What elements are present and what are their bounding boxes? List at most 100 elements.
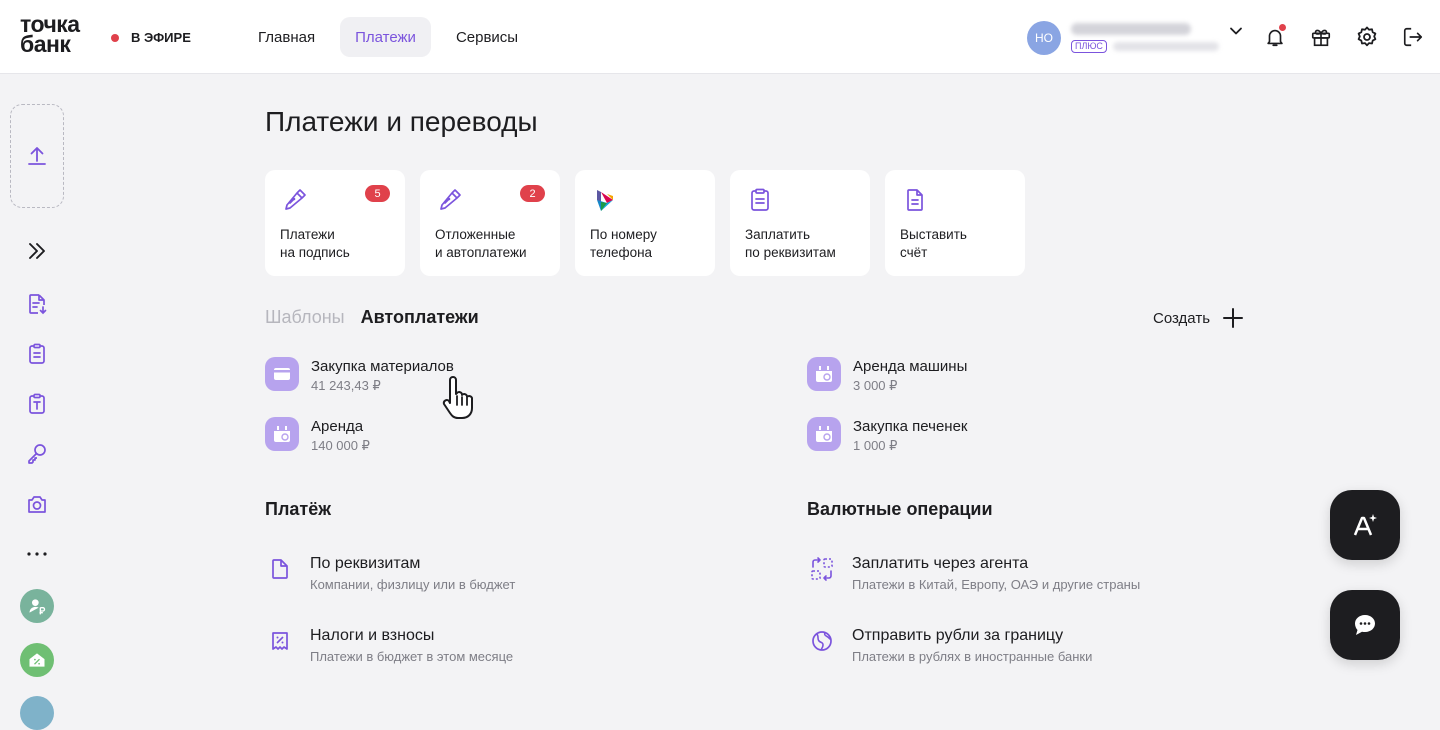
templates-tabs: Шаблоны Автоплатежи (265, 307, 479, 328)
gift-icon[interactable] (1308, 24, 1334, 50)
autopayment-item[interactable]: Закупка печенек 1 000 ₽ (807, 417, 967, 455)
create-button[interactable]: Создать (1153, 307, 1244, 329)
count-badge: 2 (520, 185, 545, 202)
key-icon[interactable] (22, 439, 52, 469)
create-label: Создать (1153, 309, 1211, 327)
avatar: НО (1027, 21, 1061, 55)
bell-icon[interactable] (1262, 24, 1288, 50)
house-percent-avatar[interactable] (20, 643, 54, 677)
autopayment-name: Аренда машины (853, 358, 968, 375)
user-switcher[interactable]: НО ПЛЮС (1027, 21, 1243, 55)
card-label: Заплатить по реквизитам (745, 227, 836, 260)
live-dot-icon (111, 33, 119, 42)
autopayment-item[interactable]: Аренда 140 000 ₽ (265, 417, 370, 455)
service-item-taxes[interactable]: Налоги и взносы Платежи в бюджет в этом … (266, 625, 513, 667)
document-icon (907, 189, 923, 211)
service-desc: Компании, физлицу или в бюджет (310, 577, 516, 592)
card-pay-by-details[interactable]: Заплатить по реквизитам (730, 170, 870, 276)
service-desc: Платежи в бюджет в этом месяце (310, 649, 514, 664)
document-import-icon[interactable] (22, 289, 52, 319)
page-title: Платежи и переводы (265, 106, 538, 137)
service-name: Заплатить через агента (852, 555, 1029, 572)
autopayment-item[interactable]: Аренда машины 3 000 ₽ (807, 357, 967, 395)
document-icon (266, 555, 294, 583)
autopayment-amount: 41 243,43 ₽ (311, 378, 381, 393)
pen-icon (285, 189, 306, 210)
card-label: Отложенные и автоплатежи (435, 227, 527, 260)
currency-exchange-icon (808, 555, 836, 583)
company-name-blurred (1071, 23, 1191, 35)
camera-icon[interactable] (22, 489, 52, 519)
tax-percent-icon (266, 627, 294, 655)
clipboard-icon (751, 188, 769, 211)
autopayment-name: Закупка печенек (853, 418, 968, 435)
expand-sidebar-icon[interactable] (22, 236, 52, 266)
calendar-tile-icon (807, 417, 841, 451)
card-issue-invoice[interactable]: Выставить счёт (885, 170, 1025, 276)
service-desc: Платежи в рублях в иностранные банки (852, 649, 1093, 664)
globe-icon (808, 627, 836, 655)
count-badge: 5 (365, 185, 390, 202)
quick-actions: Платежи на подпись 5 Отложенные и автопл… (265, 170, 1025, 276)
user-info: ПЛЮС (1071, 23, 1219, 53)
top-header: точка банк В ЭФИРЕ Главная Платежи Серви… (0, 0, 1440, 74)
bank-logo[interactable]: точка банк (20, 13, 80, 57)
main-nav: Главная Платежи Сервисы (243, 17, 533, 57)
chat-icon (1355, 615, 1375, 635)
autopayment-amount: 3 000 ₽ (853, 378, 898, 393)
user-ruble-avatar[interactable] (20, 589, 54, 623)
live-label: В ЭФИРЕ (131, 30, 191, 45)
tab-templates[interactable]: Шаблоны (265, 307, 345, 328)
service-item-send-rubles-abroad[interactable]: Отправить рубли за границу Платежи в руб… (808, 625, 1092, 667)
autopayment-amount: 140 000 ₽ (311, 438, 370, 453)
sidebar-avatar-partial[interactable] (20, 696, 54, 730)
chevron-down-icon[interactable] (1229, 24, 1243, 38)
clipboard-icon[interactable] (22, 339, 52, 369)
live-indicator[interactable]: В ЭФИРЕ (111, 30, 191, 45)
card-label: Платежи на подпись (280, 227, 350, 260)
autopayment-item[interactable]: Закупка материалов 41 243,43 ₽ (265, 357, 454, 395)
autopayment-name: Аренда (311, 418, 364, 435)
card-label: По номеру телефона (590, 227, 657, 260)
chat-support-button[interactable] (1330, 590, 1400, 660)
logo-line-2: банк (20, 31, 71, 57)
upload-dropzone[interactable] (10, 104, 64, 208)
header-actions (1262, 24, 1426, 50)
more-icon[interactable] (22, 539, 52, 569)
upload-icon (28, 147, 46, 165)
ai-sparkle-icon (1353, 514, 1377, 536)
service-item-pay-via-agent[interactable]: Заплатить через агента Платежи в Китай, … (808, 553, 1140, 595)
plan-badge: ПЛЮС (1071, 40, 1107, 53)
nav-tab-home[interactable]: Главная (243, 17, 330, 57)
card-deferred-autopayments[interactable]: Отложенные и автоплатежи 2 (420, 170, 560, 276)
payment-section-title: Платёж (265, 499, 331, 519)
user-sub-blurred (1112, 42, 1219, 51)
hand-cursor-icon (442, 376, 473, 419)
calendar-tile-icon (807, 357, 841, 391)
plus-icon (1223, 308, 1244, 328)
service-name: Отправить рубли за границу (852, 627, 1064, 644)
notification-dot (1279, 24, 1286, 31)
currency-section-title: Валютные операции (807, 499, 993, 519)
card-by-phone[interactable]: По номеру телефона (575, 170, 715, 276)
ai-assistant-button[interactable] (1330, 490, 1400, 560)
autopayment-amount: 1 000 ₽ (853, 438, 898, 453)
logout-icon[interactable] (1400, 24, 1426, 50)
card-label: Выставить счёт (900, 227, 967, 260)
card-payments-to-sign[interactable]: Платежи на подпись 5 (265, 170, 405, 276)
service-name: По реквизитам (310, 555, 421, 572)
gear-icon[interactable] (1354, 24, 1380, 50)
tax-document-icon[interactable] (22, 389, 52, 419)
tab-autopayments[interactable]: Автоплатежи (361, 307, 479, 328)
left-sidebar (0, 74, 75, 730)
nav-tab-services[interactable]: Сервисы (441, 17, 533, 57)
service-desc: Платежи в Китай, Европу, ОАЭ и другие ст… (852, 577, 1141, 592)
user-sub: ПЛЮС (1071, 40, 1219, 53)
nav-tab-payments[interactable]: Платежи (340, 17, 431, 57)
autopayment-name: Закупка материалов (311, 358, 454, 375)
service-name: Налоги и взносы (310, 627, 435, 644)
service-item-by-details[interactable]: По реквизитам Компании, физлицу или в бю… (266, 553, 515, 595)
sbp-icon (597, 190, 613, 211)
card-tile-icon (265, 357, 299, 391)
calendar-tile-icon (265, 417, 299, 451)
